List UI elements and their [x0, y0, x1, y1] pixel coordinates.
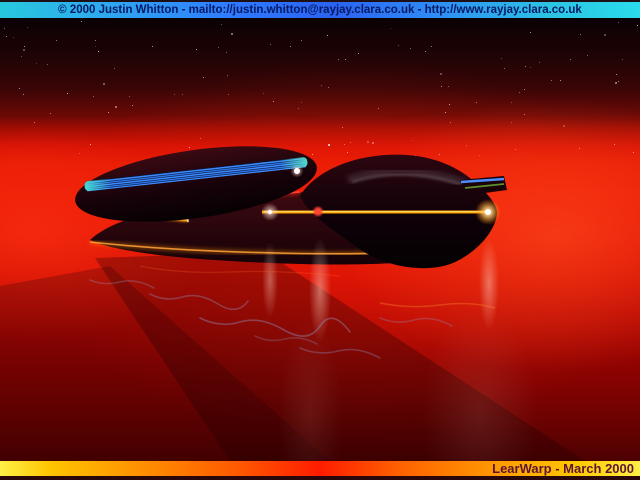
rendered-image: © 2000 Justin Whitton - mailto://justin.… — [0, 0, 640, 480]
footer-bar: LearWarp - March 2000 — [0, 461, 640, 476]
beam-red-dot — [314, 207, 323, 216]
ship-illustration — [0, 18, 640, 461]
copyright-text: © 2000 Justin Whitton - mailto://justin.… — [58, 4, 582, 16]
beam-white-core — [268, 210, 272, 214]
header-bar: © 2000 Justin Whitton - mailto://justin.… — [0, 2, 640, 18]
nose-glow-core — [485, 209, 491, 215]
scene — [0, 18, 640, 461]
credit-text: LearWarp - March 2000 — [492, 461, 634, 476]
white-sphere-light — [291, 165, 304, 178]
bottom-border — [0, 476, 640, 480]
